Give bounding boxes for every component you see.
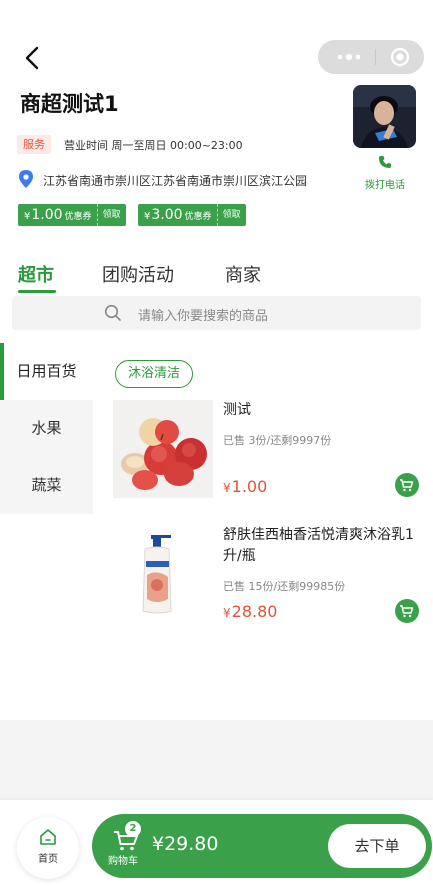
cart-label: 购物车 — [108, 856, 138, 867]
call-label: 拨打电话 — [365, 180, 405, 191]
active-tab-indicator — [18, 290, 56, 293]
category-sidebar: 日用百货 水果 蔬菜 — [0, 343, 93, 720]
search-input[interactable]: 请输入你要搜索的商品 — [12, 296, 421, 330]
store-title: 商超测试1 — [20, 92, 119, 116]
store-address[interactable]: 江苏省南通市崇川区江苏省南通市崇川区滨江公园 — [43, 172, 307, 189]
coupon-currency: ¥ — [144, 211, 151, 222]
call-button[interactable]: 拨打电话 — [352, 155, 418, 192]
category-vegetables[interactable]: 蔬菜 — [0, 457, 93, 514]
home-label: 首页 — [38, 854, 58, 865]
product-price: ¥1.00 — [223, 477, 267, 496]
claim-coupon-button[interactable]: 领取 — [216, 204, 246, 226]
store-avatar — [353, 85, 416, 148]
product-price: ¥28.80 — [223, 602, 277, 621]
subcategory-chip[interactable]: 沐浴清洁 — [115, 360, 194, 388]
product-sales: 已售 3份/还剩9997份 — [223, 434, 332, 447]
price-currency: ¥ — [223, 606, 231, 620]
location-pin-icon — [19, 170, 33, 188]
search-icon — [104, 304, 121, 321]
checkout-button[interactable]: 去下单 — [328, 824, 426, 868]
cart-count-badge: 2 — [125, 821, 141, 837]
product-name: 舒肤佳西柚香活悦清爽沐浴乳1升/瓶 — [223, 527, 414, 564]
cart-icon — [400, 605, 414, 618]
coupon-2[interactable]: ¥ 3.00 优惠券 领取 — [138, 204, 246, 226]
sidebar-filler — [0, 514, 93, 720]
home-button[interactable]: 首页 — [17, 817, 79, 879]
product-name: 测试 — [223, 402, 251, 418]
coupon-amount: ¥ 3.00 优惠券 — [138, 204, 217, 226]
product-area: 日用百货 水果 蔬菜 沐浴清洁 测试 已售 3份/还剩9997份 ¥1.00 舒… — [0, 343, 433, 720]
coupon-label: 优惠券 — [64, 212, 92, 222]
price-value: 28.80 — [231, 602, 278, 621]
product-image-apples — [113, 400, 213, 498]
category-daily-goods[interactable]: 日用百货 — [0, 343, 93, 400]
coupon-1[interactable]: ¥ 1.00 优惠券 领取 — [18, 204, 126, 226]
tab-merchant[interactable]: 商家 — [225, 261, 261, 287]
coupon-label: 优惠券 — [184, 212, 212, 222]
coupon-currency: ¥ — [24, 211, 31, 222]
capsule-divider — [375, 49, 376, 65]
tab-supermarket[interactable]: 超市 — [18, 261, 54, 287]
price-value: 1.00 — [231, 477, 268, 496]
service-tag: 服务 — [17, 135, 51, 154]
close-circle-icon[interactable] — [390, 47, 410, 67]
cart-icon — [400, 479, 414, 492]
coupon-value: 1.00 — [31, 207, 63, 223]
product-sales: 已售 15份/还剩99985份 — [223, 580, 346, 593]
tab-group-buy[interactable]: 团购活动 — [102, 261, 174, 287]
claim-coupon-button[interactable]: 领取 — [96, 204, 126, 226]
category-fruit[interactable]: 水果 — [0, 400, 93, 457]
bottom-bar: 首页 2 购物车 ¥29.80 去下单 — [0, 800, 433, 887]
coupon-value: 3.00 — [151, 207, 183, 223]
add-to-cart-button[interactable] — [395, 473, 419, 497]
home-icon — [40, 829, 56, 845]
price-currency: ¥ — [223, 481, 231, 495]
phone-icon — [379, 156, 391, 168]
cart-bar[interactable]: 2 购物车 ¥29.80 去下单 — [92, 814, 432, 878]
tabs-section: 超市 团购活动 商家 请输入你要搜索的商品 — [0, 248, 433, 343]
search-placeholder: 请输入你要搜索的商品 — [138, 309, 269, 324]
store-header: 商超测试1 拨打电话 服务 营业时间 周一至周日 00:00~23:00 江苏省… — [0, 0, 433, 248]
product-image-body-wash — [113, 525, 213, 623]
mini-program-capsule — [318, 40, 424, 74]
coupon-amount: ¥ 1.00 优惠券 — [18, 204, 97, 226]
add-to-cart-button[interactable] — [395, 599, 419, 623]
more-dots-icon[interactable] — [334, 48, 364, 66]
back-arrow-icon[interactable] — [20, 44, 44, 72]
business-hours: 营业时间 周一至周日 00:00~23:00 — [64, 139, 243, 152]
cart-total: ¥29.80 — [152, 833, 219, 855]
